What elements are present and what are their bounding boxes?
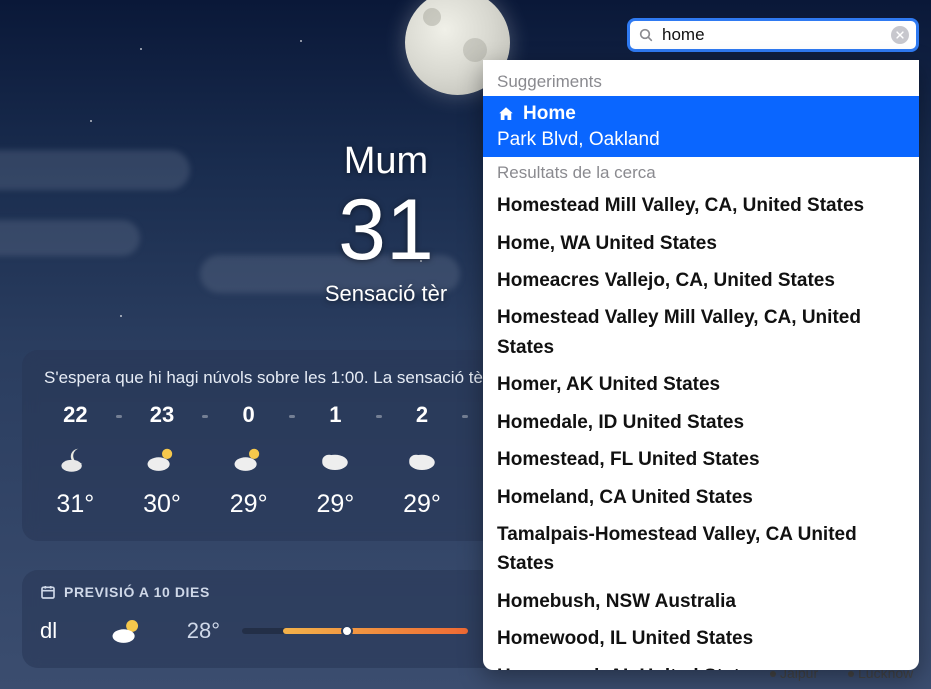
hour-temperature: 29° bbox=[403, 490, 441, 519]
hour-cell[interactable]: 0 29° bbox=[205, 402, 292, 519]
search-result-item[interactable]: Homeacres Vallejo, CA, United States bbox=[483, 262, 919, 299]
calendar-icon bbox=[40, 584, 56, 600]
hours-row: 2231°2330°029°129°229°329° bbox=[26, 402, 558, 519]
hourly-forecast-card: S'espera que hi hagi núvols sobre les 1:… bbox=[22, 350, 562, 541]
hour-cell[interactable]: 2 29° bbox=[379, 402, 466, 519]
weather-icon bbox=[405, 442, 439, 476]
hour-label: 1 bbox=[329, 402, 341, 428]
search-result-item[interactable]: Homewood, AL United States bbox=[483, 658, 919, 670]
hour-label: 23 bbox=[150, 402, 174, 428]
hour-label: 0 bbox=[243, 402, 255, 428]
results-section-label: Resultats de la cerca bbox=[483, 157, 919, 187]
tenday-low-temp: 28° bbox=[166, 618, 220, 644]
tenday-temp-bar bbox=[242, 628, 468, 634]
hour-cell[interactable]: 23 30° bbox=[119, 402, 206, 519]
hour-label: 2 bbox=[416, 402, 428, 428]
hour-temperature: 31° bbox=[56, 490, 94, 519]
search-result-item[interactable]: Homeland, CA United States bbox=[483, 479, 919, 516]
tenday-row[interactable]: dl28°35° bbox=[40, 614, 544, 648]
weather-icon bbox=[58, 442, 92, 476]
suggestions-section-label: Suggeriments bbox=[483, 66, 919, 96]
search-input[interactable] bbox=[662, 25, 883, 45]
feels-like-label: Sensació tèr bbox=[325, 281, 447, 307]
suggestion-primary-label: Home bbox=[523, 100, 576, 128]
hour-cell[interactable]: 1 29° bbox=[292, 402, 379, 519]
suggestion-secondary-label: Park Blvd, Oakland bbox=[497, 126, 905, 154]
search-result-item[interactable]: Homewood, IL United States bbox=[483, 620, 919, 657]
cloud-graphic bbox=[0, 150, 190, 190]
search-result-item[interactable]: Homer, AK United States bbox=[483, 366, 919, 403]
tenday-header: PREVISIÓ A 10 DIES bbox=[40, 584, 544, 600]
search-result-item[interactable]: Homedale, ID United States bbox=[483, 404, 919, 441]
weather-icon bbox=[232, 442, 266, 476]
search-result-item[interactable]: Homestead Mill Valley, CA, United States bbox=[483, 187, 919, 224]
current-weather-block: Mum 31 Sensació tèr bbox=[325, 140, 447, 307]
search-icon bbox=[638, 27, 654, 43]
map-dot-icon bbox=[770, 671, 776, 677]
tenday-day-label: dl bbox=[40, 618, 88, 644]
weather-icon bbox=[145, 442, 179, 476]
suggestion-item[interactable]: HomePark Blvd, Oakland bbox=[483, 96, 919, 157]
city-name: Mum bbox=[325, 140, 447, 183]
clear-search-button[interactable] bbox=[891, 26, 909, 44]
search-result-item[interactable]: Home, WA United States bbox=[483, 225, 919, 262]
current-temperature: 31 bbox=[325, 187, 447, 273]
search-result-item[interactable]: Tamalpais-Homestead Valley, CA United St… bbox=[483, 516, 919, 583]
search-result-item[interactable]: Homestead, FL United States bbox=[483, 441, 919, 478]
hour-cell[interactable]: 22 31° bbox=[32, 402, 119, 519]
weather-icon bbox=[110, 614, 144, 648]
tenday-header-label: PREVISIÓ A 10 DIES bbox=[64, 584, 210, 600]
tenday-forecast-card: PREVISIÓ A 10 DIES dl28°35° bbox=[22, 570, 562, 668]
cloud-graphic bbox=[0, 220, 140, 256]
search-suggestions-dropdown: Suggeriments HomePark Blvd, Oakland Resu… bbox=[483, 60, 919, 670]
search-result-item[interactable]: Homebush, NSW Australia bbox=[483, 583, 919, 620]
search-result-item[interactable]: Homestead Valley Mill Valley, CA, United… bbox=[483, 299, 919, 366]
map-dot-icon bbox=[848, 671, 854, 677]
forecast-message: S'espera que hi hagi núvols sobre les 1:… bbox=[26, 368, 558, 402]
home-icon bbox=[497, 105, 515, 123]
weather-icon bbox=[318, 442, 352, 476]
search-box[interactable] bbox=[627, 18, 919, 52]
hour-temperature: 30° bbox=[143, 490, 181, 519]
hour-temperature: 29° bbox=[230, 490, 268, 519]
hour-temperature: 29° bbox=[316, 490, 354, 519]
hour-label: 22 bbox=[63, 402, 87, 428]
